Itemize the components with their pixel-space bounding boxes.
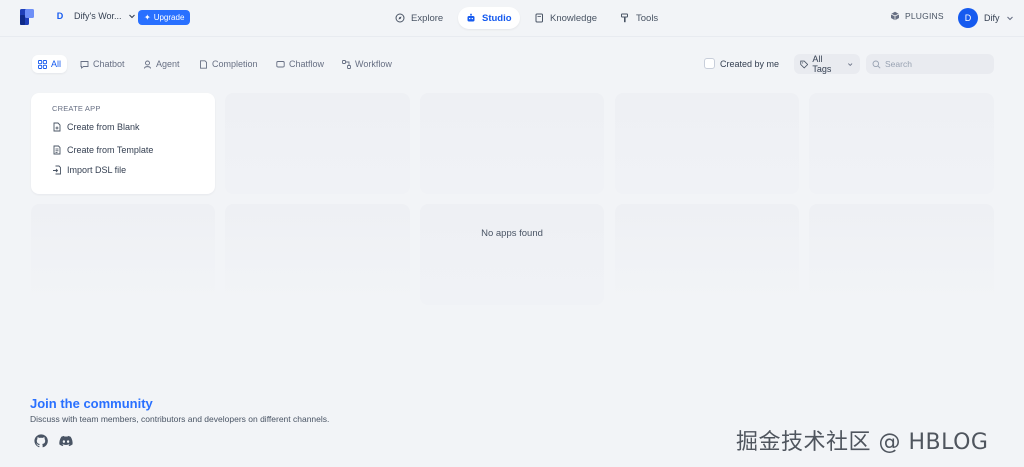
import-dsl-button[interactable]: Import DSL file xyxy=(52,165,126,175)
hammer-icon xyxy=(621,13,628,23)
create-from-blank-button[interactable]: Create from Blank xyxy=(52,122,140,132)
app-card-placeholder xyxy=(420,93,604,194)
workspace-switcher[interactable]: D Dify's Wor... xyxy=(52,8,136,24)
file-plus-icon xyxy=(53,122,61,132)
book-icon xyxy=(535,13,543,23)
app-card-placeholder xyxy=(225,93,410,194)
create-from-template-button[interactable]: Create from Template xyxy=(52,145,153,155)
top-header: D Dify's Wor... ✦ Upgrade Explore Studio… xyxy=(0,0,1024,36)
compass-icon xyxy=(395,13,405,23)
chatflow-icon xyxy=(276,60,285,67)
tab-workflow[interactable]: Workflow xyxy=(336,55,398,73)
dify-logo-icon[interactable] xyxy=(20,9,34,25)
app-card-placeholder xyxy=(809,93,994,194)
discord-icon[interactable] xyxy=(59,434,73,448)
robot-icon xyxy=(467,13,475,22)
app-card-placeholder xyxy=(31,204,215,305)
template-icon xyxy=(53,145,61,155)
workflow-icon xyxy=(342,59,351,69)
created-by-me-filter[interactable]: Created by me xyxy=(704,58,779,69)
empty-state-text: No apps found xyxy=(481,228,543,239)
community-subtitle: Discuss with team members, contributors … xyxy=(30,414,330,424)
workspace-name: Dify's Wor... xyxy=(74,11,122,21)
chevron-down-icon xyxy=(1006,16,1013,21)
search-box[interactable] xyxy=(866,54,994,74)
tab-chatflow[interactable]: Chatflow xyxy=(270,55,330,73)
nav-explore[interactable]: Explore xyxy=(387,7,451,29)
sparkle-icon: ✦ xyxy=(144,13,151,22)
user-menu[interactable]: D Dify xyxy=(958,8,1014,28)
chat-bubble-icon xyxy=(80,60,89,69)
header-divider xyxy=(0,36,1024,37)
grid-icon xyxy=(38,59,47,69)
tab-all[interactable]: All xyxy=(32,55,68,73)
document-edit-icon xyxy=(200,59,207,69)
upgrade-button[interactable]: ✦ Upgrade xyxy=(138,10,191,25)
chevron-down-icon xyxy=(847,62,852,66)
tags-filter-dropdown[interactable]: All Tags xyxy=(794,54,860,74)
github-icon[interactable] xyxy=(34,434,48,448)
create-app-card: CREATE APP Create from Blank Create from… xyxy=(31,93,215,194)
create-app-title: CREATE APP xyxy=(52,104,101,113)
nav-knowledge[interactable]: Knowledge xyxy=(526,7,605,29)
community-title: Join the community xyxy=(30,396,153,411)
tab-chatbot[interactable]: Chatbot xyxy=(74,55,131,73)
app-card-placeholder xyxy=(809,204,994,305)
chevron-down-icon xyxy=(128,14,135,19)
app-card-placeholder xyxy=(225,204,410,305)
app-card-placeholder xyxy=(615,93,799,194)
tab-agent[interactable]: Agent xyxy=(137,55,186,73)
search-icon xyxy=(872,60,881,69)
avatar: D xyxy=(958,8,978,28)
cube-icon xyxy=(890,11,900,21)
search-input[interactable] xyxy=(885,59,985,69)
watermark-text: 掘金技术社区 @ HBLOG xyxy=(736,430,989,455)
agent-icon xyxy=(144,60,151,69)
created-by-me-checkbox[interactable] xyxy=(704,58,715,69)
tag-icon xyxy=(800,60,809,69)
app-card-placeholder xyxy=(420,204,604,305)
nav-studio[interactable]: Studio xyxy=(458,7,520,29)
plugins-button[interactable]: PLUGINS xyxy=(890,11,944,21)
user-name: Dify xyxy=(984,13,1000,23)
import-file-icon xyxy=(53,165,61,175)
tab-completion[interactable]: Completion xyxy=(193,55,264,73)
app-card-placeholder xyxy=(615,204,799,305)
workspace-badge: D xyxy=(56,11,64,21)
nav-tools[interactable]: Tools xyxy=(612,7,666,29)
